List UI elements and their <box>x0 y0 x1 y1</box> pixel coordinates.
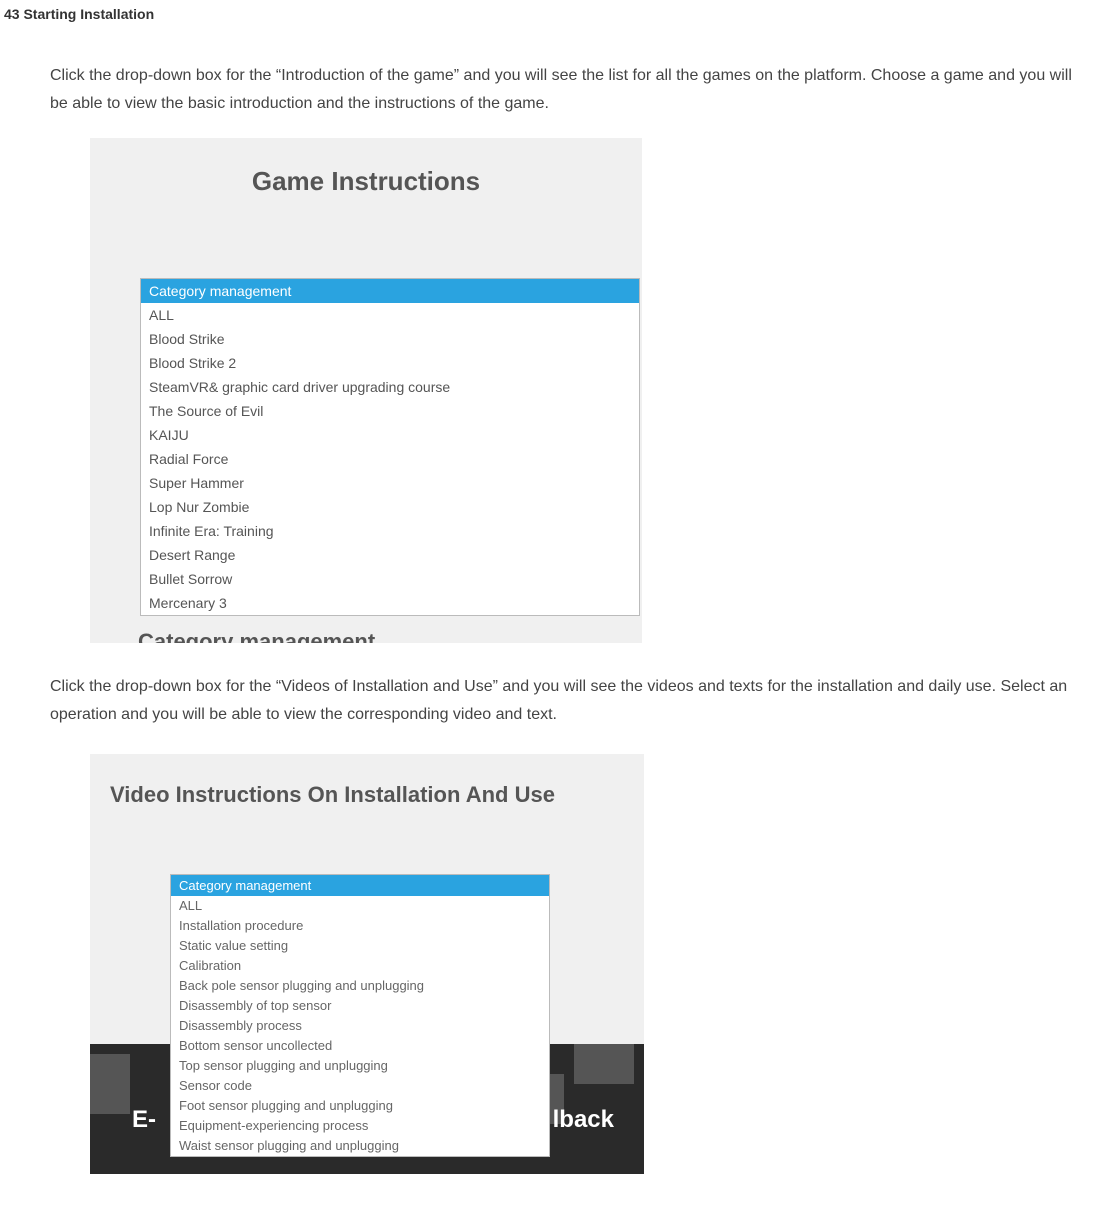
paragraph-2: Click the drop-down box for the “Videos … <box>50 673 1090 729</box>
dropdown-option[interactable]: Lop Nur Zombie <box>141 495 639 519</box>
dropdown-option[interactable]: Disassembly of top sensor <box>171 996 549 1016</box>
dropdown-option[interactable]: Top sensor plugging and unplugging <box>171 1056 549 1076</box>
dropdown-option[interactable]: Installation procedure <box>171 916 549 936</box>
dropdown-option[interactable]: Blood Strike 2 <box>141 351 639 375</box>
dropdown-option[interactable]: Bottom sensor uncollected <box>171 1036 549 1056</box>
video-instructions-title: Video Instructions On Installation And U… <box>90 754 644 808</box>
game-instructions-screenshot: Game Instructions Category management AL… <box>90 138 642 643</box>
dropdown-option[interactable]: Back pole sensor plugging and unplugging <box>171 976 549 996</box>
dropdown-option[interactable]: Mercenary 3 <box>141 591 639 615</box>
game-category-dropdown[interactable]: Category management ALL Blood Strike Blo… <box>140 278 640 616</box>
dropdown-option[interactable]: SteamVR& graphic card driver upgrading c… <box>141 375 639 399</box>
page-header: 43 Starting Installation <box>0 0 1093 22</box>
video-category-dropdown[interactable]: Category management ALL Installation pro… <box>170 874 550 1157</box>
dropdown-option[interactable]: ALL <box>171 896 549 916</box>
dropdown-option[interactable]: Desert Range <box>141 543 639 567</box>
dropdown-option[interactable]: Calibration <box>171 956 549 976</box>
cut-off-text: Category management <box>138 629 618 643</box>
game-instructions-title: Game Instructions <box>90 138 642 197</box>
dropdown-option[interactable]: Disassembly process <box>171 1016 549 1036</box>
dropdown-option[interactable]: Foot sensor plugging and unplugging <box>171 1096 549 1116</box>
dropdown-option[interactable]: The Source of Evil <box>141 399 639 423</box>
dropdown-option[interactable]: Blood Strike <box>141 327 639 351</box>
background-text-left: E- <box>132 1106 156 1134</box>
dropdown-option[interactable]: Waist sensor plugging and unplugging <box>171 1136 549 1156</box>
dropdown-option[interactable]: Super Hammer <box>141 471 639 495</box>
dropdown-option[interactable]: Sensor code <box>171 1076 549 1096</box>
dropdown-option[interactable]: Radial Force <box>141 447 639 471</box>
dropdown-option[interactable]: Equipment-experiencing process <box>171 1116 549 1136</box>
content-area: Click the drop-down box for the “Introdu… <box>0 22 1090 1174</box>
dropdown-option[interactable]: ALL <box>141 303 639 327</box>
dropdown-option[interactable]: Infinite Era: Training <box>141 519 639 543</box>
dropdown-selected-option[interactable]: Category management <box>141 279 639 303</box>
dropdown-option[interactable]: KAIJU <box>141 423 639 447</box>
dropdown-selected-option[interactable]: Category management <box>171 875 549 896</box>
background-text-right: lback <box>553 1106 614 1134</box>
video-instructions-screenshot: Video Instructions On Installation And U… <box>90 754 644 1174</box>
dropdown-option[interactable]: Bullet Sorrow <box>141 567 639 591</box>
dropdown-option[interactable]: Static value setting <box>171 936 549 956</box>
paragraph-1: Click the drop-down box for the “Introdu… <box>50 62 1090 118</box>
